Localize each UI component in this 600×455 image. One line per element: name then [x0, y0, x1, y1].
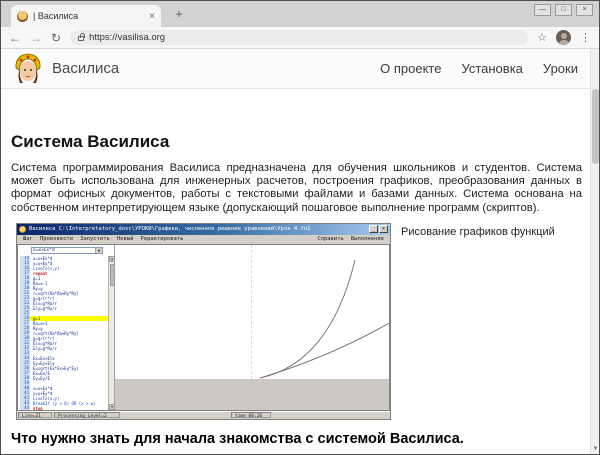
code-text: Ely=g*Ry/r	[33, 305, 58, 311]
close-button[interactable]: ×	[576, 4, 593, 16]
ide-code-scrollbar: ▲ ▼	[108, 255, 115, 410]
nav-link-1[interactable]: Установка	[461, 61, 522, 76]
menu-icon[interactable]: ⋮	[580, 31, 591, 44]
browser-tab[interactable]: | Василиса ×	[11, 5, 161, 27]
ide-graph-panel	[115, 244, 389, 410]
brand-name[interactable]: Василиса	[52, 60, 119, 77]
scrollbar-thumb[interactable]	[592, 89, 599, 164]
site-brand[interactable]: Василиса	[13, 52, 119, 86]
nav-link-2[interactable]: Уроки	[543, 61, 578, 76]
tab-close-icon[interactable]: ×	[149, 11, 155, 22]
code-line: 44 stop	[20, 405, 108, 410]
ide-screenshot: Василиса C:\Interpretatory_dosc\УРОКИ\Гр…	[16, 222, 391, 420]
main-nav: О проекте Установка Уроки	[380, 61, 578, 76]
ide-code-list: 14 x=x+Ex*d 15 y=y+Ey*d 16 LineTo(x,y) 17 repea…	[20, 255, 108, 410]
footer-heading: Что нужно знать для начала знакомства с …	[11, 430, 464, 447]
ide-window-buttons: _ ×	[369, 225, 388, 234]
ide-menu-item-3: Новый	[116, 236, 134, 243]
site-header: Василиса О проекте Установка Уроки	[1, 49, 590, 89]
reload-icon[interactable]: ↻	[51, 32, 61, 44]
scroll-thumb	[109, 263, 115, 286]
url-bar[interactable]: https://vasilisa.org	[70, 30, 529, 45]
nav-link-0[interactable]: О проекте	[380, 61, 441, 76]
maximize-button[interactable]: □	[555, 4, 572, 16]
page-scrollbar[interactable]: ▼	[590, 49, 599, 454]
ide-status-segment-2: time 00:26	[231, 412, 271, 419]
ide-code-panel: x=x+Ex*d ▼ 14 x=x+Ex*d 15 y=y+Ey*d 16 LineTo(…	[20, 244, 115, 410]
code-text: stop	[33, 405, 43, 410]
ide-menu-item-r0: Справить	[317, 236, 344, 243]
ide-status-bar: Line=21 Processing Level=2 time 00:26	[17, 410, 390, 419]
ide-close-button: ×	[379, 225, 388, 234]
ide-menu-item-4: Редактировать	[140, 236, 184, 243]
page-title: Система Василиса	[11, 132, 170, 151]
ide-app-icon	[19, 225, 26, 233]
intro-paragraph: Система программирования Василиса предна…	[11, 162, 582, 214]
bookmark-icon[interactable]: ☆	[537, 31, 547, 44]
combo-value: x=x+Ex*d	[33, 247, 55, 253]
lock-icon	[78, 33, 85, 41]
line-number: 44	[20, 405, 30, 410]
ide-menu-item-2: Запустить	[80, 236, 110, 243]
forward-icon[interactable]: →	[30, 32, 42, 44]
window-controls: — □ ×	[534, 4, 593, 16]
page-content: Система Василиса Система программировани…	[1, 90, 590, 454]
code-text: Ey=Ey/E	[33, 375, 50, 381]
scrollbar-down-icon[interactable]: ▼	[591, 446, 599, 452]
ide-code-combo: x=x+Ex*d ▼	[31, 246, 103, 254]
scroll-down-icon: ▼	[109, 403, 115, 410]
ide-title-text: Василиса C:\Interpretatory_dosc\УРОКИ\Гр…	[29, 226, 311, 233]
ide-menu-item-1: Произвести	[39, 236, 74, 243]
browser-window: | Василиса × + — □ × ← → ↻ https://vasil…	[0, 0, 600, 455]
ide-status-segment-0: Line=21	[18, 412, 52, 419]
ide-minimize-button: _	[369, 225, 378, 234]
new-tab-button[interactable]: +	[171, 7, 187, 21]
code-text: Ely=g*Ry/r	[33, 345, 58, 351]
figure-wrap: Василиса C:\Interpretatory_dosc\УРОКИ\Гр…	[1, 222, 590, 423]
ide-menu-bar: Шаг Произвести Запустить Новый Редактировать…	[17, 234, 390, 244]
graph-curves	[259, 259, 389, 379]
vasilisa-logo-icon	[15, 53, 41, 83]
ide-title-bar: Василиса C:\Interpretatory_dosc\УРОКИ\Гр…	[17, 223, 390, 235]
figure-caption: Рисование графиков функций	[401, 225, 555, 238]
url-text[interactable]: https://vasilisa.org	[89, 32, 165, 43]
ide-client-area: x=x+Ex*d ▼ 14 x=x+Ex*d 15 y=y+Ey*d 16 LineTo(…	[17, 243, 390, 411]
combo-dropdown-icon: ▼	[95, 247, 102, 253]
scroll-up-icon: ▲	[109, 255, 115, 262]
tab-strip: | Василиса × + — □ ×	[1, 1, 599, 27]
profile-avatar[interactable]	[556, 30, 571, 45]
minimize-button[interactable]: —	[534, 4, 551, 16]
ide-status-segment-1: Processing Level=2	[54, 412, 120, 419]
back-icon[interactable]: ←	[9, 32, 21, 44]
browser-toolbar: ← → ↻ https://vasilisa.org ☆ ⋮	[1, 27, 599, 49]
favicon-icon	[17, 10, 28, 22]
ide-menu-item-0: Шаг	[23, 236, 33, 243]
ide-menu-item-r1: Выполнение	[350, 236, 384, 243]
tab-title: | Василиса	[33, 11, 79, 21]
web-page: Василиса О проекте Установка Уроки Система…	[1, 49, 599, 454]
